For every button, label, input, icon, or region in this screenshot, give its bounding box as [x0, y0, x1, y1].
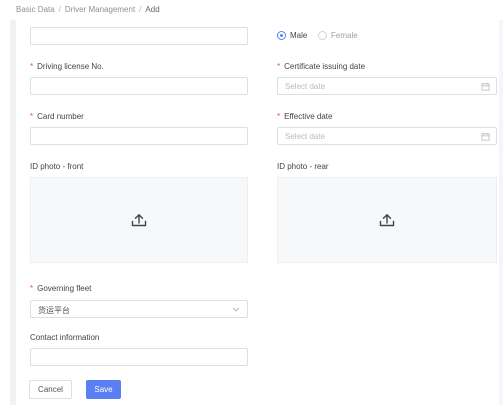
save-button[interactable]: Save — [86, 380, 121, 399]
page-left-edge — [10, 20, 16, 405]
breadcrumb: Basic Data / Driver Management / Add — [16, 5, 160, 14]
required-mark: * — [30, 112, 34, 121]
id-photo-front-upload[interactable] — [30, 177, 248, 263]
radio-unchecked-icon — [318, 31, 327, 40]
effective-date-label: * Effective date — [277, 112, 332, 121]
card-number-label-text: Card number — [37, 112, 84, 121]
id-photo-rear-upload[interactable] — [277, 177, 497, 263]
required-mark: * — [30, 62, 34, 71]
contact-information-input[interactable] — [30, 348, 248, 366]
name-input[interactable] — [30, 27, 248, 45]
id-photo-front-label: ID photo - front — [30, 162, 84, 171]
gender-radio-male[interactable]: Male — [277, 31, 307, 40]
calendar-icon — [481, 82, 490, 91]
radio-checked-icon — [277, 31, 286, 40]
card-number-label: * Card number — [30, 112, 84, 121]
breadcrumb-separator: / — [139, 5, 142, 14]
governing-fleet-label: * Governing fleet — [30, 284, 91, 293]
breadcrumb-current: Add — [145, 5, 160, 14]
cert-issuing-date-picker[interactable]: Select date — [277, 77, 497, 95]
id-photo-rear-label: ID photo - rear — [277, 162, 329, 171]
calendar-icon — [481, 132, 490, 141]
gender-radio-female[interactable]: Female — [318, 31, 358, 40]
cert-issuing-date-label-text: Certificate issuing date — [284, 62, 366, 71]
breadcrumb-separator: / — [58, 5, 61, 14]
governing-fleet-label-text: Governing fleet — [37, 284, 92, 293]
effective-date-picker[interactable]: Select date — [277, 127, 497, 145]
page-right-edge — [499, 20, 503, 405]
cert-issuing-date-placeholder: Select date — [285, 82, 326, 91]
upload-icon — [379, 214, 395, 227]
card-number-input[interactable] — [30, 127, 248, 145]
required-mark: * — [30, 284, 34, 293]
gender-male-label: Male — [290, 31, 308, 40]
governing-fleet-value: 货运平台 — [38, 306, 70, 315]
driving-license-label: * Driving license No. — [30, 62, 104, 71]
chevron-down-icon — [232, 307, 240, 312]
breadcrumb-basic-data[interactable]: Basic Data — [16, 5, 55, 14]
gender-female-label: Female — [331, 31, 358, 40]
contact-information-label: Contact information — [30, 333, 100, 342]
upload-icon — [131, 214, 147, 227]
effective-date-label-text: Effective date — [284, 112, 333, 121]
effective-date-placeholder: Select date — [285, 132, 326, 141]
cert-issuing-date-label: * Certificate issuing date — [277, 62, 365, 71]
driving-license-label-text: Driving license No. — [37, 62, 104, 71]
driving-license-input[interactable] — [30, 77, 248, 95]
required-mark: * — [277, 112, 281, 121]
breadcrumb-driver-management[interactable]: Driver Management — [65, 5, 135, 14]
governing-fleet-select[interactable]: 货运平台 — [30, 300, 248, 318]
required-mark: * — [277, 62, 281, 71]
cancel-button[interactable]: Cancel — [29, 380, 72, 399]
